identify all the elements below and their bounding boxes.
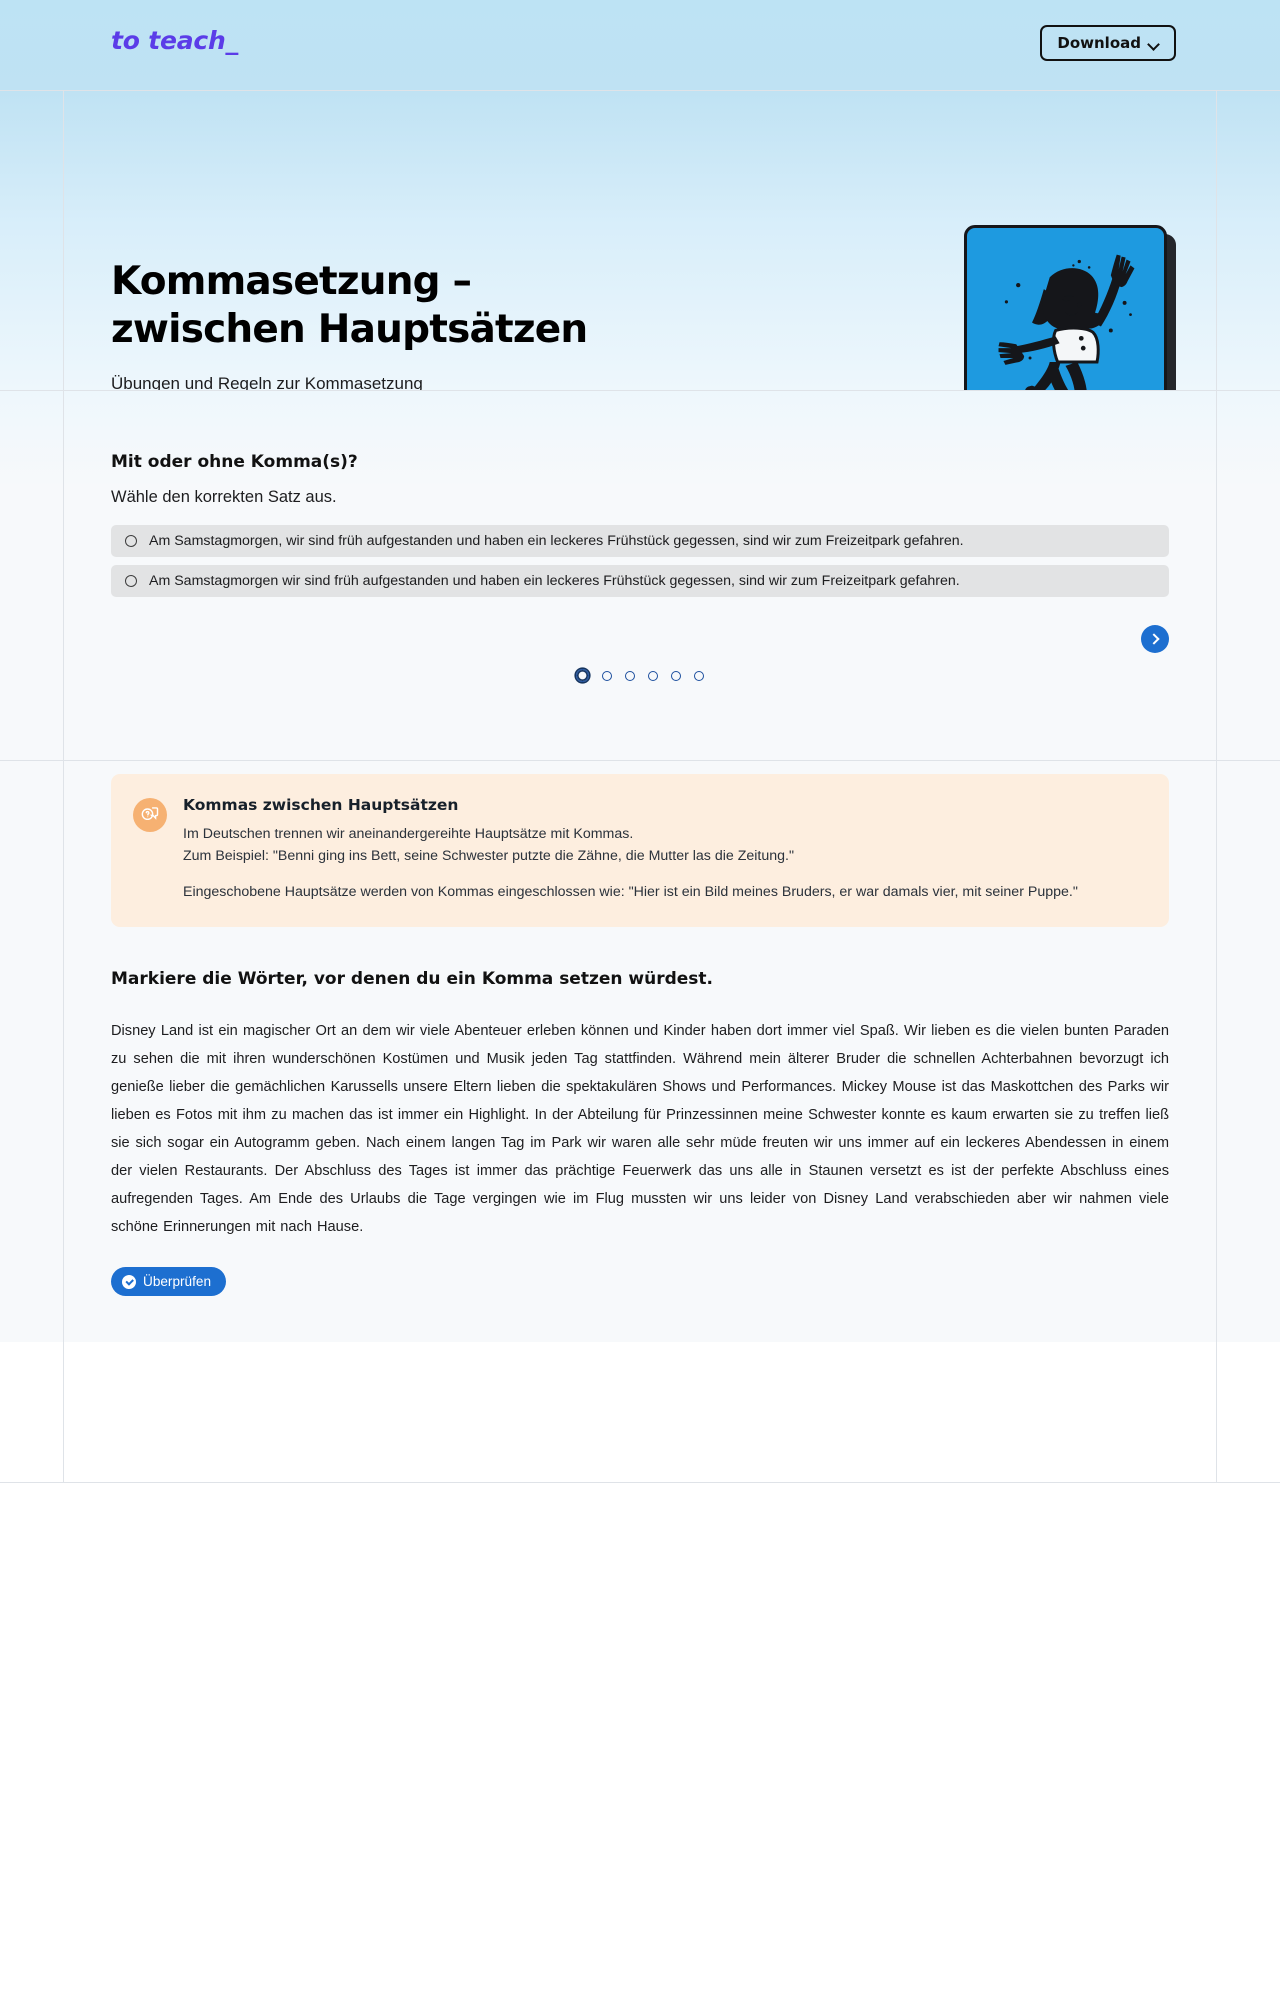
hero-section: Kommasetzung – zwischen Hauptsätzen Übun… <box>0 90 1280 437</box>
check-button[interactable]: Überprüfen <box>111 1267 227 1296</box>
quiz-option-2-label: Am Samstagmorgen wir sind früh aufgestan… <box>149 573 960 589</box>
pagination-dot-5[interactable] <box>671 670 681 681</box>
next-question-button[interactable] <box>1141 625 1169 653</box>
rule-info-paragraph-1: Im Deutschen trennen wir aneinandergerei… <box>183 826 794 864</box>
chevron-down-icon <box>1148 40 1159 47</box>
check-circle-icon <box>122 1274 136 1289</box>
right-margin-rule <box>1216 0 1217 1482</box>
quiz-divider <box>0 760 1280 761</box>
quiz-instruction: Wähle den korrekten Satz aus. <box>111 488 337 506</box>
top-bar: to teach_ Download <box>0 0 1280 90</box>
brand-logo[interactable]: to teach_ <box>111 26 238 55</box>
radio-icon[interactable] <box>125 575 137 587</box>
quiz-option-2[interactable]: Am Samstagmorgen wir sind früh aufgestan… <box>111 565 1169 597</box>
radio-icon[interactable] <box>125 535 137 547</box>
left-margin-rule <box>63 0 64 1482</box>
quiz-section: Mit oder ohne Komma(s)? Wähle den korrek… <box>0 390 1280 738</box>
download-button-label: Download <box>1057 34 1141 52</box>
rule-info-content: Kommas zwischen Hauptsätzen Im Deutschen… <box>183 796 1078 903</box>
download-button[interactable]: Download <box>1040 25 1176 61</box>
exercise-text[interactable]: Disney Land ist ein magischer Ort an dem… <box>111 1017 1169 1241</box>
carousel-pagination <box>111 669 1169 682</box>
question-speech-bubble-icon <box>133 798 167 832</box>
topbar-divider <box>0 90 1280 91</box>
quiz-heading: Mit oder ohne Komma(s)? <box>111 452 358 472</box>
quiz-option-1-label: Am Samstagmorgen, wir sind früh aufgesta… <box>149 533 964 549</box>
check-button-label: Überprüfen <box>143 1274 212 1289</box>
pagination-dot-4[interactable] <box>648 670 658 681</box>
pagination-dot-3[interactable] <box>625 670 635 681</box>
exercise-section: Kommas zwischen Hauptsätzen Im Deutschen… <box>0 738 1280 1342</box>
hero-divider <box>0 390 1280 391</box>
quiz-option-1[interactable]: Am Samstagmorgen, wir sind früh aufgesta… <box>111 525 1169 557</box>
chevron-right-icon <box>1148 633 1160 645</box>
quiz-nav-row <box>111 605 1169 657</box>
worksheet-page: to teach_ Download Kommasetzung – zwisch… <box>0 0 1280 2000</box>
page-title: Kommasetzung – zwischen Hauptsätzen <box>111 259 588 352</box>
rule-info-box: Kommas zwischen Hauptsätzen Im Deutschen… <box>111 774 1169 927</box>
rule-info-paragraph-2: Eingeschobene Hauptsätze werden von Komm… <box>183 884 1078 900</box>
exercise-divider <box>0 1482 1280 1483</box>
rule-info-title: Kommas zwischen Hauptsätzen <box>183 796 459 814</box>
exercise-heading: Markiere die Wörter, vor denen du ein Ko… <box>111 969 714 989</box>
pagination-dot-1[interactable] <box>576 669 589 682</box>
pagination-dot-6[interactable] <box>694 670 704 681</box>
pagination-dot-2[interactable] <box>602 670 612 681</box>
